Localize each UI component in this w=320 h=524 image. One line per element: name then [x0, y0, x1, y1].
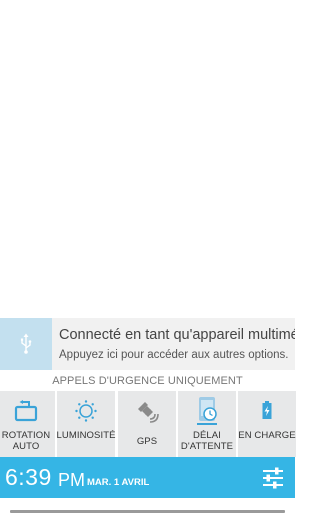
status-header: 6:39 PM MAR. 1 AVRIL	[0, 457, 295, 498]
battery-icon	[238, 397, 296, 425]
emergency-calls-label: APPELS D'URGENCE UNIQUEMENT	[52, 375, 243, 387]
rotation-icon	[0, 397, 55, 425]
quick-settings: ROTATION AUTO LUMINOSITÉ GPS DÉLAI D'ATT…	[0, 391, 297, 457]
tile-brightness[interactable]: LUMINOSITÉ	[56, 391, 115, 457]
usb-notification-title: Connecté en tant qu'appareil multimédia	[59, 327, 295, 343]
drag-handle[interactable]	[10, 510, 285, 513]
tile-charging-label: EN CHARGE	[238, 430, 296, 441]
tile-screen-timeout[interactable]: DÉLAI D'ATTENTE	[178, 391, 236, 457]
date-label[interactable]: MAR. 1 AVRIL	[87, 477, 149, 489]
tile-auto-rotate-label: ROTATION AUTO	[1, 430, 51, 452]
brightness-icon	[57, 397, 115, 425]
tile-charging[interactable]: EN CHARGE	[238, 391, 296, 457]
tile-auto-rotate[interactable]: ROTATION AUTO	[0, 391, 55, 457]
home-screen-area	[0, 0, 295, 318]
clock-time[interactable]: 6:39	[5, 464, 52, 490]
tile-gps[interactable]: GPS	[118, 391, 176, 457]
gps-icon	[118, 397, 176, 425]
usb-notification-subtitle: Appuyez ici pour accéder aux autres opti…	[59, 349, 289, 361]
tile-gps-label: GPS	[136, 436, 158, 447]
usb-notification[interactable]: Connecté en tant qu'appareil multimédia …	[0, 318, 295, 370]
clock-ampm: PM	[58, 470, 85, 490]
usb-icon	[0, 318, 52, 370]
tile-brightness-label: LUMINOSITÉ	[56, 430, 116, 441]
tile-screen-timeout-label: DÉLAI D'ATTENTE	[180, 430, 234, 452]
timeout-icon	[178, 397, 236, 425]
settings-icon[interactable]	[260, 465, 286, 491]
